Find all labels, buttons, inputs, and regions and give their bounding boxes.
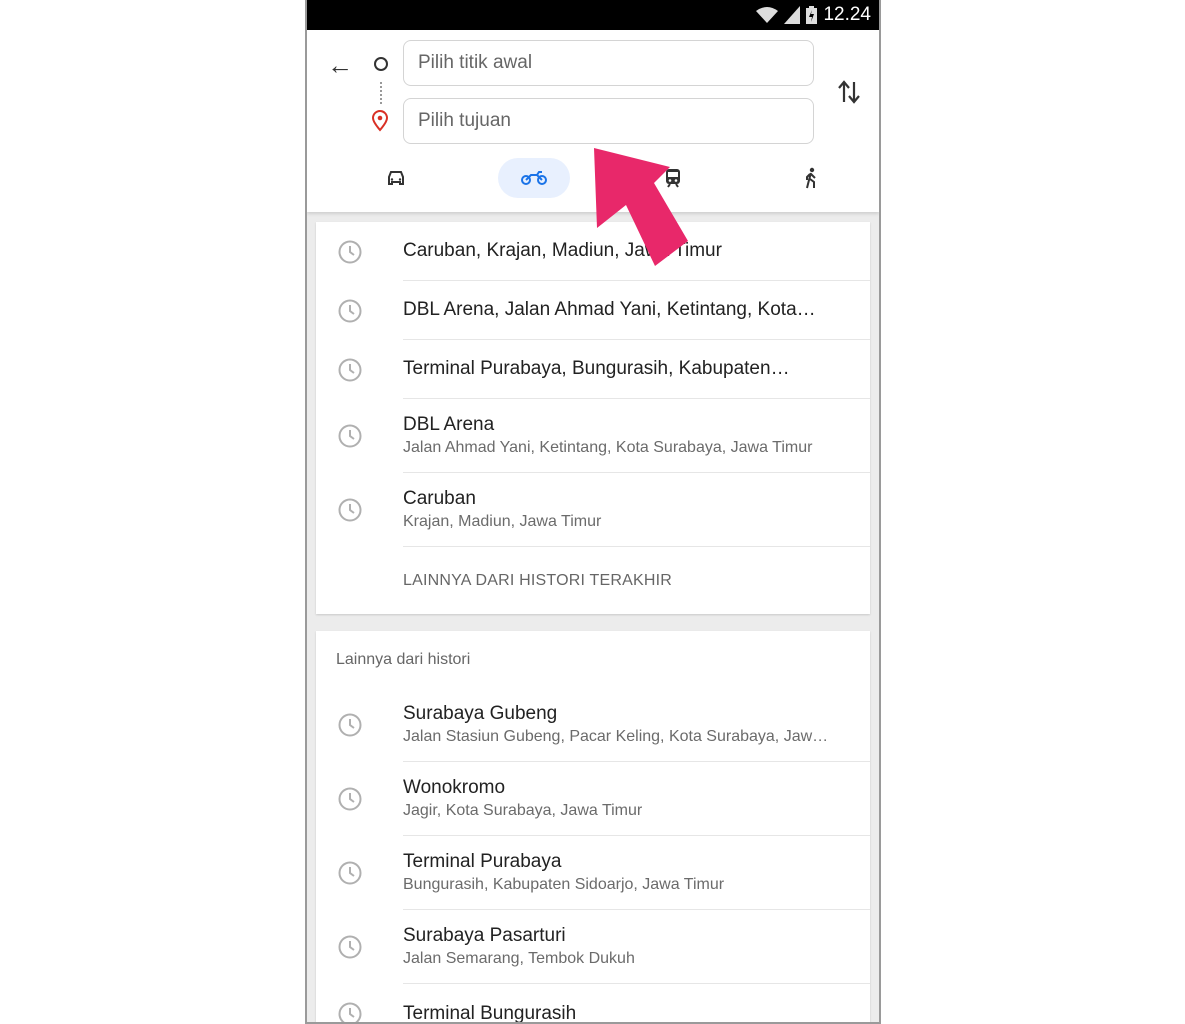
history-heading: Lainnya dari histori (336, 650, 471, 668)
place-subtitle: Bungurasih, Kabupaten Sidoarjo, Jawa Tim… (403, 876, 725, 893)
list-item[interactable]: Caruban, Krajan, Madiun, Jawa Timur (316, 222, 870, 281)
walk-icon (806, 167, 816, 189)
history-clock-icon (338, 861, 362, 890)
more-recent-history-button[interactable]: LAINNYA DARI HISTORI TERAKHIR (316, 547, 870, 614)
wifi-icon (756, 7, 779, 23)
history-clock-icon (338, 358, 362, 387)
place-subtitle: Jalan Ahmad Yani, Ketintang, Kota Suraba… (403, 439, 813, 456)
swap-icon[interactable] (837, 78, 861, 106)
train-icon (666, 169, 680, 188)
origin-placeholder: Pilih titik awal (418, 52, 533, 73)
list-item[interactable]: Terminal Bungurasih (316, 984, 870, 1024)
back-arrow-icon[interactable]: ← (327, 50, 353, 81)
place-subtitle: Krajan, Madiun, Jawa Timur (403, 513, 602, 530)
place-subtitle: Jagir, Kota Surabaya, Jawa Timur (403, 802, 643, 819)
list-item[interactable]: Caruban Krajan, Madiun, Jawa Timur (316, 473, 870, 547)
place-title: DBL Arena (403, 414, 495, 435)
place-title: Wonokromo (403, 777, 506, 798)
signal-icon (784, 6, 801, 24)
destination-pin-icon (371, 110, 389, 132)
list-item[interactable]: Terminal Purabaya Bungurasih, Kabupaten S… (316, 836, 870, 910)
history-clock-icon (338, 1002, 362, 1022)
history-clock-icon (338, 713, 362, 742)
tab-car[interactable] (360, 158, 432, 198)
directions-header: ← Pilih titik awal Pilih tujuan (307, 30, 879, 212)
route-dots (380, 82, 382, 104)
history-clock-icon (338, 424, 362, 453)
history-clock-icon (338, 935, 362, 964)
history-clock-icon (338, 299, 362, 328)
place-title: Surabaya Pasarturi (403, 925, 566, 946)
destination-input[interactable]: Pilih tujuan (403, 98, 814, 144)
place-subtitle: Jalan Stasiun Gubeng, Pacar Keling, Kota… (403, 728, 829, 745)
list-item[interactable]: Surabaya Pasarturi Jalan Semarang, Tembok… (316, 910, 870, 984)
status-bar: 12.24 (307, 0, 879, 30)
car-icon (388, 171, 404, 185)
list-item[interactable]: Surabaya Gubeng Jalan Stasiun Gubeng, Pac… (316, 688, 870, 762)
motorcycle-icon (521, 171, 547, 185)
place-title: Terminal Purabaya (403, 851, 562, 872)
tab-motorcycle[interactable] (498, 158, 570, 198)
history-clock-icon (338, 240, 362, 269)
tab-transit[interactable] (637, 158, 709, 198)
destination-placeholder: Pilih tujuan (418, 110, 511, 131)
clock-time: 12.24 (823, 4, 871, 25)
history-clock-icon (338, 498, 362, 527)
place-subtitle: Jalan Semarang, Tembok Dukuh (403, 950, 635, 967)
list-item[interactable]: DBL Arena, Jalan Ahmad Yani, Ketintang, … (316, 281, 870, 340)
tab-walk[interactable] (775, 158, 847, 198)
origin-input[interactable]: Pilih titik awal (403, 40, 814, 86)
place-title: Caruban, Krajan, Madiun, Jawa Timur (403, 240, 722, 261)
place-title: Caruban (403, 488, 476, 509)
list-item[interactable]: Terminal Purabaya, Bungurasih, Kabupaten… (316, 340, 870, 399)
travel-mode-tabs (307, 158, 879, 198)
phone-screen: 12.24 ← Pilih titik awal Pilih tujuan Ca… (305, 0, 881, 1024)
place-title: Surabaya Gubeng (403, 703, 558, 724)
history-card: Lainnya dari histori Surabaya Gubeng Jala… (316, 631, 870, 1024)
recent-places-card: Caruban, Krajan, Madiun, Jawa Timur DBL A… (316, 222, 870, 614)
list-item[interactable]: DBL Arena Jalan Ahmad Yani, Ketintang, Ko… (316, 399, 870, 473)
history-clock-icon (338, 787, 362, 816)
list-item[interactable]: Wonokromo Jagir, Kota Surabaya, Jawa Timu… (316, 762, 870, 836)
place-title: Terminal Purabaya, Bungurasih, Kabupaten… (403, 358, 790, 379)
origin-circle-icon (374, 57, 388, 71)
battery-icon (806, 6, 818, 24)
place-title: DBL Arena, Jalan Ahmad Yani, Ketintang, … (403, 299, 816, 320)
place-title: Terminal Bungurasih (403, 1002, 577, 1024)
